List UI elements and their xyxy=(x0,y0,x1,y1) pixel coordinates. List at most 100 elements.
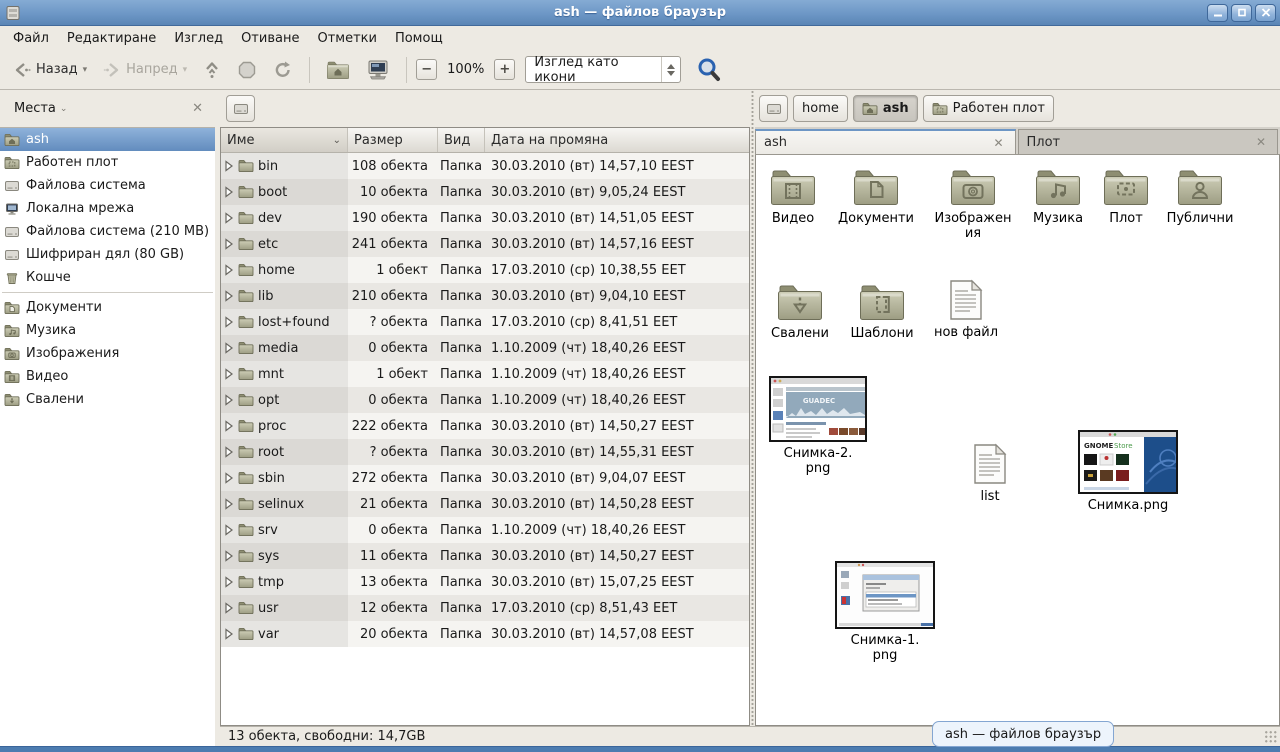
expander-icon[interactable] xyxy=(224,628,234,640)
folder-icon xyxy=(238,470,254,486)
table-row[interactable]: sbin 272 обекта Папка 30.03.2010 (вт) 9,… xyxy=(221,465,749,491)
file-list[interactable]: list xyxy=(962,443,1018,504)
menu-bookmarks[interactable]: Отметки xyxy=(308,28,385,49)
table-row[interactable]: srv 0 обекта Папка 1.10.2009 (чт) 18,40,… xyxy=(221,517,749,543)
file-snimka[interactable]: GNOME Store Снимка.png xyxy=(1077,430,1179,513)
tab-close-icon[interactable]: ✕ xyxy=(1253,134,1269,150)
table-row[interactable]: lib 210 обекта Папка 30.03.2010 (вт) 9,0… xyxy=(221,283,749,309)
menu-edit[interactable]: Редактиране xyxy=(58,28,165,49)
expander-icon[interactable] xyxy=(224,342,234,354)
menu-help[interactable]: Помощ xyxy=(386,28,452,49)
sidebar-selector[interactable]: Места ⌄ xyxy=(10,99,71,118)
folder-desktop[interactable]: Плот xyxy=(1096,167,1156,226)
zoom-out-button[interactable]: − xyxy=(416,59,437,80)
search-button[interactable] xyxy=(693,54,725,86)
folder-pictures[interactable]: Изображен ия xyxy=(930,167,1016,241)
expander-icon[interactable] xyxy=(224,576,234,588)
table-row[interactable]: selinux 21 обекта Папка 30.03.2010 (вт) … xyxy=(221,491,749,517)
sidebar-item-documents[interactable]: Документи xyxy=(0,296,215,319)
folder-public[interactable]: Публични xyxy=(1161,167,1239,226)
menu-go[interactable]: Отиване xyxy=(232,28,308,49)
expander-icon[interactable] xyxy=(224,420,234,432)
computer-button[interactable] xyxy=(359,54,397,86)
expander-icon[interactable] xyxy=(224,498,234,510)
sidebar-item-filesystem-210[interactable]: Файлова система (210 MB) xyxy=(0,220,215,243)
expander-icon[interactable] xyxy=(224,472,234,484)
close-button[interactable] xyxy=(1255,4,1276,22)
expander-icon[interactable] xyxy=(224,550,234,562)
table-row[interactable]: usr 12 обекта Папка 17.03.2010 (ср) 8,51… xyxy=(221,595,749,621)
expander-icon[interactable] xyxy=(224,394,234,406)
tab-plot[interactable]: Плот ✕ xyxy=(1018,129,1279,154)
table-row[interactable]: root ? обекта Папка 30.03.2010 (вт) 14,5… xyxy=(221,439,749,465)
menu-file[interactable]: Файл xyxy=(4,28,58,49)
path-home-button[interactable]: home xyxy=(793,95,848,122)
home-button[interactable] xyxy=(319,55,357,85)
sidebar-item-home[interactable]: ash xyxy=(0,128,215,151)
sidebar-item-filesystem[interactable]: Файлова система xyxy=(0,174,215,197)
sidebar-close-button[interactable]: ✕ xyxy=(188,99,207,118)
back-button[interactable]: Назад ▾ xyxy=(6,56,94,84)
file-new-file[interactable]: нов файл xyxy=(931,279,1001,340)
table-row[interactable]: boot 10 обекта Папка 30.03.2010 (вт) 9,0… xyxy=(221,179,749,205)
table-row[interactable]: tmp 13 обекта Папка 30.03.2010 (вт) 15,0… xyxy=(221,569,749,595)
expander-icon[interactable] xyxy=(224,446,234,458)
table-row[interactable]: sys 11 обекта Папка 30.03.2010 (вт) 14,5… xyxy=(221,543,749,569)
column-header-date[interactable]: Дата на промяна xyxy=(485,128,749,152)
tab-close-icon[interactable]: ✕ xyxy=(990,135,1006,151)
sidebar-item-desktop[interactable]: Работен плот xyxy=(0,151,215,174)
file-snimka-2[interactable]: GUADEC Снимка-2. png xyxy=(768,376,868,476)
sidebar-item-trash[interactable]: Кошче xyxy=(0,266,215,289)
path-root-button[interactable] xyxy=(759,95,788,122)
path-root-button[interactable] xyxy=(226,95,255,122)
expander-icon[interactable] xyxy=(224,316,234,328)
forward-button[interactable]: Напред ▾ xyxy=(96,56,194,84)
table-row[interactable]: bin 108 обекта Папка 30.03.2010 (вт) 14,… xyxy=(221,153,749,179)
minimize-button[interactable] xyxy=(1207,4,1228,22)
zoom-in-button[interactable]: + xyxy=(494,59,515,80)
table-row[interactable]: proc 222 обекта Папка 30.03.2010 (вт) 14… xyxy=(221,413,749,439)
view-mode-select[interactable]: Изглед като икони xyxy=(525,56,681,83)
folder-templates[interactable]: Шаблони xyxy=(847,282,917,341)
path-desktop-button[interactable]: Работен плот xyxy=(923,95,1054,122)
column-header-type[interactable]: Вид xyxy=(438,128,485,152)
table-row[interactable]: etc 241 обекта Папка 30.03.2010 (вт) 14,… xyxy=(221,231,749,257)
table-row[interactable]: opt 0 обекта Папка 1.10.2009 (чт) 18,40,… xyxy=(221,387,749,413)
menu-view[interactable]: Изглед xyxy=(165,28,232,49)
table-row[interactable]: media 0 обекта Папка 1.10.2009 (чт) 18,4… xyxy=(221,335,749,361)
reload-button[interactable] xyxy=(266,55,300,85)
expander-icon[interactable] xyxy=(224,186,234,198)
up-button[interactable] xyxy=(196,55,228,85)
expander-icon[interactable] xyxy=(224,602,234,614)
expander-icon[interactable] xyxy=(224,212,234,224)
expander-icon[interactable] xyxy=(224,524,234,536)
sidebar-item-pictures[interactable]: Изображения xyxy=(0,342,215,365)
table-row[interactable]: lost+found ? обекта Папка 17.03.2010 (ср… xyxy=(221,309,749,335)
expander-icon[interactable] xyxy=(224,264,234,276)
table-row[interactable]: mnt 1 обект Папка 1.10.2009 (чт) 18,40,2… xyxy=(221,361,749,387)
sidebar-item-network[interactable]: Локална мрежа xyxy=(0,197,215,220)
folder-music[interactable]: Музика xyxy=(1024,167,1092,226)
folder-video[interactable]: Видео xyxy=(762,167,824,226)
sidebar-item-video[interactable]: Видео xyxy=(0,365,215,388)
table-row[interactable]: var 20 обекта Папка 30.03.2010 (вт) 14,5… xyxy=(221,621,749,647)
folder-downloads[interactable]: Свалени xyxy=(765,282,835,341)
expander-icon[interactable] xyxy=(224,368,234,380)
tab-ash[interactable]: ash ✕ xyxy=(755,129,1016,154)
table-row[interactable]: dev 190 обекта Папка 30.03.2010 (вт) 14,… xyxy=(221,205,749,231)
column-header-name[interactable]: Име ⌄ xyxy=(221,128,348,152)
table-row[interactable]: home 1 обект Папка 17.03.2010 (ср) 10,38… xyxy=(221,257,749,283)
expander-icon[interactable] xyxy=(224,238,234,250)
expander-icon[interactable] xyxy=(224,290,234,302)
sidebar-item-downloads[interactable]: Свалени xyxy=(0,388,215,411)
stop-button[interactable] xyxy=(230,55,264,85)
resize-grip[interactable] xyxy=(1264,730,1278,744)
expander-icon[interactable] xyxy=(224,160,234,172)
folder-documents[interactable]: Документи xyxy=(836,167,916,226)
path-ash-button[interactable]: ash xyxy=(853,95,918,122)
sidebar-item-encrypted[interactable]: Шифриран дял (80 GB) xyxy=(0,243,215,266)
sidebar-item-music[interactable]: Музика xyxy=(0,319,215,342)
file-snimka-1[interactable]: Снимка-1. png xyxy=(834,561,936,663)
maximize-button[interactable] xyxy=(1231,4,1252,22)
column-header-size[interactable]: Размер xyxy=(348,128,438,152)
